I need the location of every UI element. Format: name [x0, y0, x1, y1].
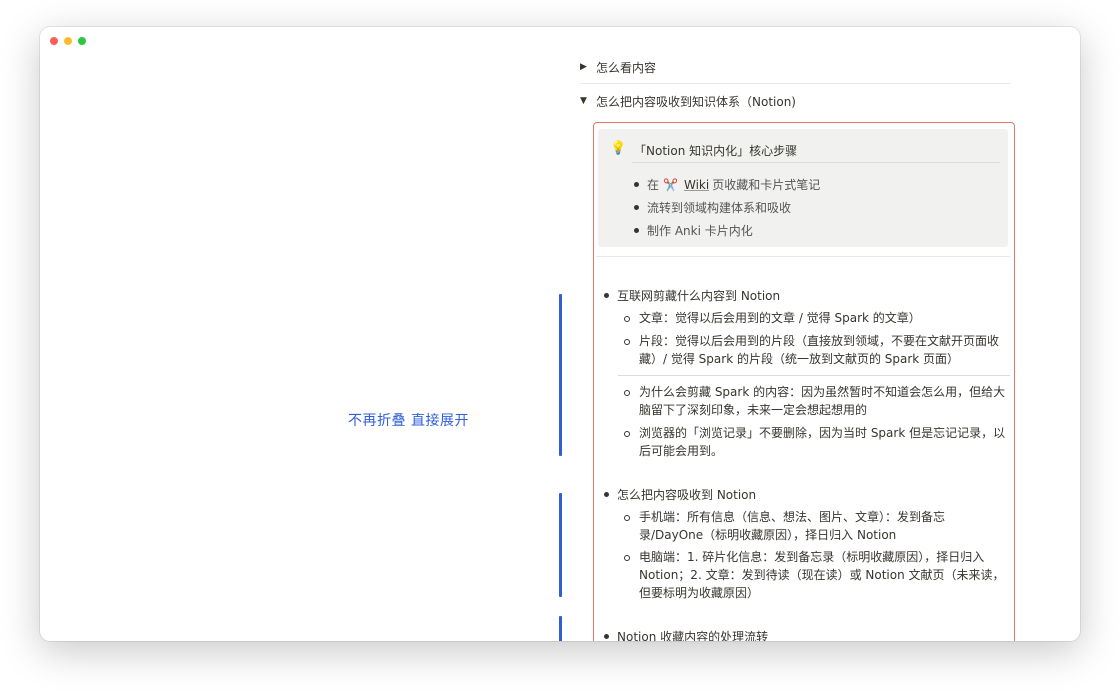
toggle-block-view-content[interactable]: ▶ 怎么看内容: [580, 52, 1010, 82]
close-window-button[interactable]: [50, 37, 58, 45]
annotation-bar-2: [559, 493, 562, 597]
lightbulb-icon: 💡: [610, 141, 627, 156]
wiki-page-link[interactable]: Wiki: [684, 178, 709, 192]
annotation-bar-1: [559, 294, 562, 456]
toggle-block-absorb-content[interactable]: ▼ 怎么把内容吸收到知识体系（Notion): [580, 86, 1010, 116]
bullet-icon: [604, 492, 609, 497]
list-item[interactable]: 浏览器的「浏览记录」不要删除，因为当时 Spark 但是忘记记录，以后可能会用到…: [624, 424, 1006, 460]
annotation-bar-3: [559, 616, 562, 641]
bullet-icon: [634, 205, 639, 210]
divider: [632, 162, 1000, 163]
list-item[interactable]: 手机端：所有信息（信息、想法、图片、文章）：发到备忘录/DayOne（标明收藏原…: [624, 508, 1006, 544]
annotation-note: 不再折叠 直接展开: [348, 413, 469, 429]
callout-list: 在 ✂️ Wiki 页收藏和卡片式笔记 流转到领域构建体系和吸收 制作 Anki…: [634, 173, 820, 242]
bullet-icon: [634, 228, 639, 233]
bullet-icon: [634, 182, 639, 187]
toggle-label: 怎么把内容吸收到知识体系（Notion): [596, 94, 796, 109]
divider: [580, 83, 1010, 84]
circle-bullet-icon: [624, 555, 630, 561]
list-item[interactable]: 为什么会剪藏 Spark 的内容：因为虽然暂时不知道会怎么用，但给大脑留下了深刻…: [624, 383, 1006, 419]
triangle-right-icon[interactable]: ▶: [580, 62, 596, 72]
callout-title: 「Notion 知识内化」核心步骤: [634, 144, 798, 158]
divider: [618, 375, 1010, 376]
divider: [596, 256, 1010, 257]
list-item[interactable]: 文章：觉得以后会用到的文章 / 觉得 Spark 的文章）: [624, 309, 1006, 327]
minimize-window-button[interactable]: [64, 37, 72, 45]
circle-bullet-icon: [624, 339, 630, 345]
triangle-down-icon[interactable]: ▼: [580, 96, 596, 106]
list-item[interactable]: 怎么把内容吸收到 Notion: [604, 486, 756, 503]
list-item: 流转到领域构建体系和吸收: [634, 196, 820, 219]
list-item[interactable]: 电脑端：1. 碎片化信息：发到备忘录（标明收藏原因），择日归入 Notion；2…: [624, 548, 1006, 602]
callout-block[interactable]: 💡 「Notion 知识内化」核心步骤 在 ✂️ Wiki 页收藏和卡片式笔记 …: [598, 129, 1008, 247]
bullet-icon: [604, 634, 609, 639]
app-window: 不再折叠 直接展开 ▶ 怎么看内容 ▼ 怎么把内容吸收到知识体系（Notion)…: [40, 27, 1080, 641]
list-item[interactable]: 片段：觉得以后会用到的片段（直接放到领域，不要在文献开页面收藏）/ 觉得 Spa…: [624, 332, 1006, 368]
toggle-label: 怎么看内容: [596, 60, 657, 75]
scissors-icon: ✂️: [663, 177, 678, 192]
list-item: 在 ✂️ Wiki 页收藏和卡片式笔记: [634, 173, 820, 196]
circle-bullet-icon: [624, 390, 630, 396]
window-controls: [50, 37, 86, 45]
list-item[interactable]: 互联网剪藏什么内容到 Notion: [604, 287, 780, 304]
zoom-window-button[interactable]: [78, 37, 86, 45]
circle-bullet-icon: [624, 316, 630, 322]
list-item[interactable]: Notion 收藏内容的处理流转: [604, 628, 768, 641]
circle-bullet-icon: [624, 431, 630, 437]
circle-bullet-icon: [624, 515, 630, 521]
bullet-icon: [604, 293, 609, 298]
list-item: 制作 Anki 卡片内化: [634, 219, 820, 242]
highlighted-toggle-content: 💡 「Notion 知识内化」核心步骤 在 ✂️ Wiki 页收藏和卡片式笔记 …: [593, 122, 1015, 641]
